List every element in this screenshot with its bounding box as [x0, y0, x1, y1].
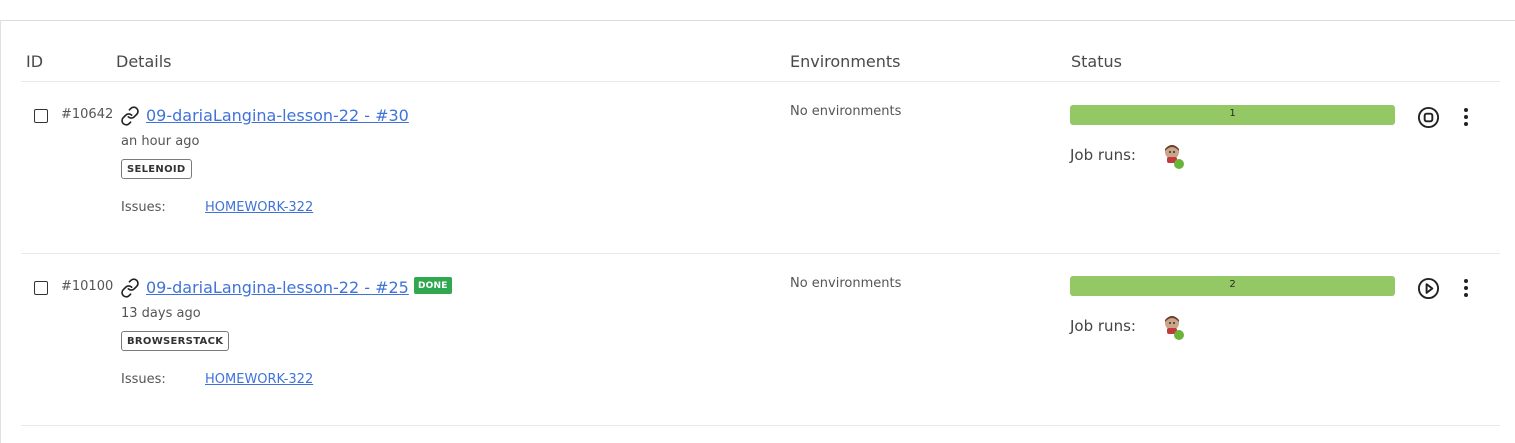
top-divider: [0, 20, 1515, 21]
left-border: [0, 20, 1, 443]
pipeline-title-link[interactable]: 09-dariaLangina-lesson-22 - #30: [146, 106, 409, 125]
pipeline-id: #10100: [61, 279, 114, 294]
pipeline-title-link[interactable]: 09-dariaLangina-lesson-22 - #25: [146, 278, 409, 297]
more-actions-icon[interactable]: [1461, 278, 1471, 298]
row-divider: [21, 253, 1500, 254]
pipeline-id: #10642: [61, 107, 114, 122]
column-header-id: ID: [26, 52, 44, 71]
done-badge: DONE: [414, 277, 452, 294]
job-runs-label: Job runs:: [1070, 146, 1136, 164]
status-count: 1: [1229, 108, 1236, 119]
play-icon[interactable]: [1417, 277, 1440, 300]
runner-tag: SELENOID: [121, 159, 192, 179]
job-runs-label: Job runs:: [1070, 317, 1136, 335]
jenkins-avatar-icon[interactable]: [1162, 314, 1184, 340]
pipeline-time: an hour ago: [121, 134, 200, 149]
column-header-status: Status: [1071, 52, 1122, 71]
issue-link[interactable]: HOMEWORK-322: [205, 372, 313, 387]
jenkins-avatar-icon[interactable]: [1162, 143, 1184, 169]
issue-link[interactable]: HOMEWORK-322: [205, 200, 313, 215]
link-icon[interactable]: [120, 278, 140, 298]
status-count: 2: [1229, 279, 1236, 290]
status-progress-bar[interactable]: 1: [1070, 105, 1395, 125]
column-header-environments: Environments: [790, 52, 901, 71]
issues-label: Issues:: [121, 372, 166, 387]
status-progress-bar[interactable]: 2: [1070, 276, 1395, 296]
row-checkbox[interactable]: [34, 109, 48, 123]
header-divider: [21, 81, 1500, 82]
environments-text: No environments: [790, 104, 902, 119]
environments-text: No environments: [790, 276, 902, 291]
runner-tag: BROWSERSTACK: [121, 331, 230, 351]
more-actions-icon[interactable]: [1461, 107, 1471, 127]
link-icon[interactable]: [120, 106, 140, 126]
row-checkbox[interactable]: [34, 281, 48, 295]
stop-icon[interactable]: [1417, 106, 1440, 129]
pipeline-time: 13 days ago: [121, 306, 201, 321]
issues-label: Issues:: [121, 200, 166, 215]
row-divider: [21, 425, 1500, 426]
column-header-details: Details: [116, 52, 172, 71]
